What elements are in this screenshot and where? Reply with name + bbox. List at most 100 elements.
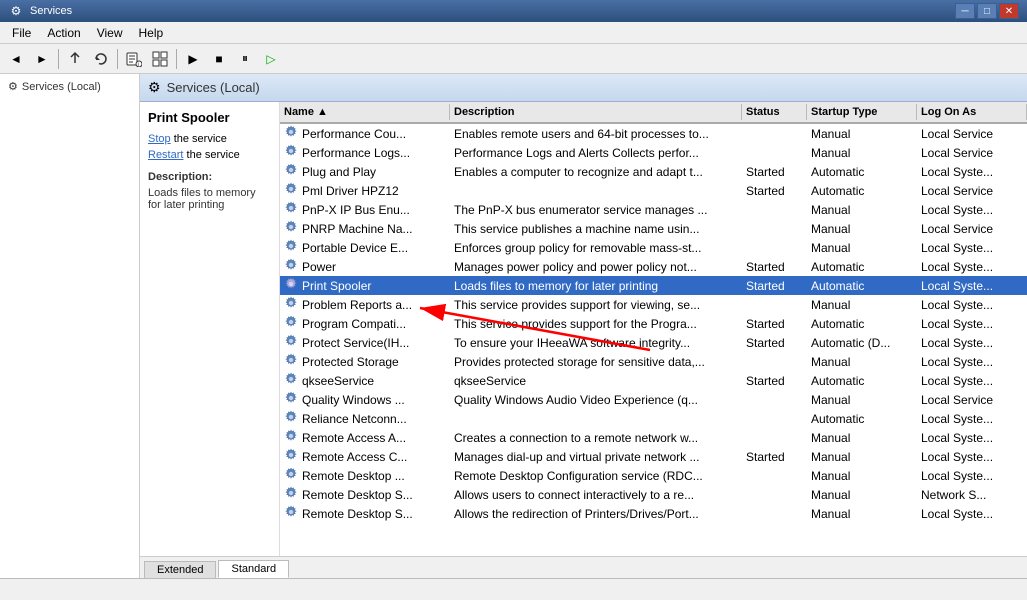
col-header-logon[interactable]: Log On As <box>917 104 1027 120</box>
service-name: Reliance Netconn... <box>280 409 450 428</box>
service-startup-type: Automatic <box>807 278 917 294</box>
service-startup-type: Manual <box>807 240 917 256</box>
service-name: PnP-X IP Bus Enu... <box>280 200 450 219</box>
service-logon-as: Local Service <box>917 221 1027 237</box>
service-description: Enables a computer to recognize and adap… <box>450 164 742 180</box>
properties-button[interactable]: i <box>122 47 146 71</box>
stop-service-button[interactable]: ■ <box>207 47 231 71</box>
service-name: Problem Reports a... <box>280 295 450 314</box>
service-name: Protect Service(IH... <box>280 333 450 352</box>
service-status <box>742 304 807 306</box>
service-icon <box>284 353 298 370</box>
table-row[interactable]: Remote Access C... Manages dial-up and v… <box>280 447 1027 466</box>
maximize-button[interactable]: □ <box>977 3 997 19</box>
back-button[interactable]: ◄ <box>4 47 28 71</box>
menu-action[interactable]: Action <box>39 24 88 42</box>
forward-button[interactable]: ► <box>30 47 54 71</box>
up-button[interactable] <box>63 47 87 71</box>
description-panel: Print Spooler Stop the service Restart t… <box>140 102 280 556</box>
restart-link[interactable]: Restart <box>148 149 183 161</box>
service-icon <box>284 125 298 142</box>
table-row[interactable]: Program Compati... This service provides… <box>280 314 1027 333</box>
service-status: Started <box>742 373 807 389</box>
right-panel: ⚙ Services (Local) Print Spooler Stop th… <box>140 74 1027 578</box>
service-startup-type: Manual <box>807 430 917 446</box>
expand-button[interactable] <box>148 47 172 71</box>
left-panel-label: Services (Local) <box>22 81 101 93</box>
col-header-status[interactable]: Status <box>742 104 807 120</box>
refresh-button[interactable] <box>89 47 113 71</box>
service-logon-as: Local Syste... <box>917 430 1027 446</box>
toolbar: ◄ ► i ▶ ■ ⏸ ▷ <box>0 44 1027 74</box>
table-row[interactable]: Performance Logs... Performance Logs and… <box>280 143 1027 162</box>
table-row[interactable]: Pml Driver HPZ12 Started Automatic Local… <box>280 181 1027 200</box>
table-row[interactable]: Quality Windows ... Quality Windows Audi… <box>280 390 1027 409</box>
table-row[interactable]: PNRP Machine Na... This service publishe… <box>280 219 1027 238</box>
service-logon-as: Local Syste... <box>917 506 1027 522</box>
table-row[interactable]: Plug and Play Enables a computer to reco… <box>280 162 1027 181</box>
table-row[interactable]: Remote Desktop S... Allows the redirecti… <box>280 504 1027 523</box>
table-row[interactable]: Print Spooler Loads files to memory for … <box>280 276 1027 295</box>
service-icon <box>284 163 298 180</box>
bottom-tabs: Extended Standard <box>140 556 1027 578</box>
menu-file[interactable]: File <box>4 24 39 42</box>
table-row[interactable]: qkseeService qkseeService Started Automa… <box>280 371 1027 390</box>
menu-help[interactable]: Help <box>131 24 172 42</box>
service-icon <box>284 334 298 351</box>
service-logon-as: Local Service <box>917 145 1027 161</box>
tab-extended[interactable]: Extended <box>144 561 216 578</box>
service-list-body[interactable]: Performance Cou... Enables remote users … <box>280 124 1027 556</box>
table-row[interactable]: Problem Reports a... This service provid… <box>280 295 1027 314</box>
left-panel-services-local[interactable]: ⚙ Services (Local) <box>4 78 135 95</box>
table-row[interactable]: Performance Cou... Enables remote users … <box>280 124 1027 143</box>
start-service-button[interactable]: ▶ <box>181 47 205 71</box>
service-startup-type: Manual <box>807 297 917 313</box>
table-row[interactable]: Reliance Netconn... Automatic Local Syst… <box>280 409 1027 428</box>
close-button[interactable]: ✕ <box>999 3 1019 19</box>
tab-standard[interactable]: Standard <box>218 560 289 578</box>
toolbar-separator-2 <box>117 49 118 69</box>
service-status: Started <box>742 316 807 332</box>
service-logon-as: Local Syste... <box>917 164 1027 180</box>
stop-link[interactable]: Stop <box>148 133 171 145</box>
table-row[interactable]: Protect Service(IH... To ensure your IHe… <box>280 333 1027 352</box>
table-row[interactable]: Protected Storage Provides protected sto… <box>280 352 1027 371</box>
service-logon-as: Local Syste... <box>917 354 1027 370</box>
service-startup-type: Manual <box>807 468 917 484</box>
service-icon <box>284 182 298 199</box>
app-window: ⚙ Services ─ □ ✕ File Action View Help ◄… <box>0 0 1027 600</box>
service-name: Remote Desktop ... <box>280 466 450 485</box>
table-row[interactable]: Portable Device E... Enforces group poli… <box>280 238 1027 257</box>
table-row[interactable]: Remote Desktop S... Allows users to conn… <box>280 485 1027 504</box>
service-startup-type: Automatic <box>807 373 917 389</box>
service-logon-as: Local Syste... <box>917 373 1027 389</box>
table-row[interactable]: Power Manages power policy and power pol… <box>280 257 1027 276</box>
service-name: PNRP Machine Na... <box>280 219 450 238</box>
stop-text: the service <box>171 133 227 145</box>
service-logon-as: Local Syste... <box>917 240 1027 256</box>
table-row[interactable]: PnP-X IP Bus Enu... The PnP-X bus enumer… <box>280 200 1027 219</box>
pause-service-button[interactable]: ⏸ <box>233 47 257 71</box>
service-description: Quality Windows Audio Video Experience (… <box>450 392 742 408</box>
service-description: Provides protected storage for sensitive… <box>450 354 742 370</box>
service-description: Allows users to connect interactively to… <box>450 487 742 503</box>
resume-service-button[interactable]: ▷ <box>259 47 283 71</box>
col-header-startup[interactable]: Startup Type <box>807 104 917 120</box>
col-header-description[interactable]: Description <box>450 104 742 120</box>
service-name: Remote Access C... <box>280 447 450 466</box>
toolbar-separator-3 <box>176 49 177 69</box>
menu-view[interactable]: View <box>89 24 131 42</box>
service-status <box>742 152 807 154</box>
panel-header: ⚙ Services (Local) <box>140 74 1027 102</box>
service-description: Remote Desktop Configuration service (RD… <box>450 468 742 484</box>
service-description: Allows the redirection of Printers/Drive… <box>450 506 742 522</box>
minimize-button[interactable]: ─ <box>955 3 975 19</box>
col-header-name[interactable]: Name ▲ <box>280 104 450 120</box>
service-description: Performance Logs and Alerts Collects per… <box>450 145 742 161</box>
table-row[interactable]: Remote Access A... Creates a connection … <box>280 428 1027 447</box>
service-icon <box>284 410 298 427</box>
service-icon <box>284 391 298 408</box>
table-row[interactable]: Remote Desktop ... Remote Desktop Config… <box>280 466 1027 485</box>
service-status: Started <box>742 183 807 199</box>
service-logon-as: Local Syste... <box>917 297 1027 313</box>
